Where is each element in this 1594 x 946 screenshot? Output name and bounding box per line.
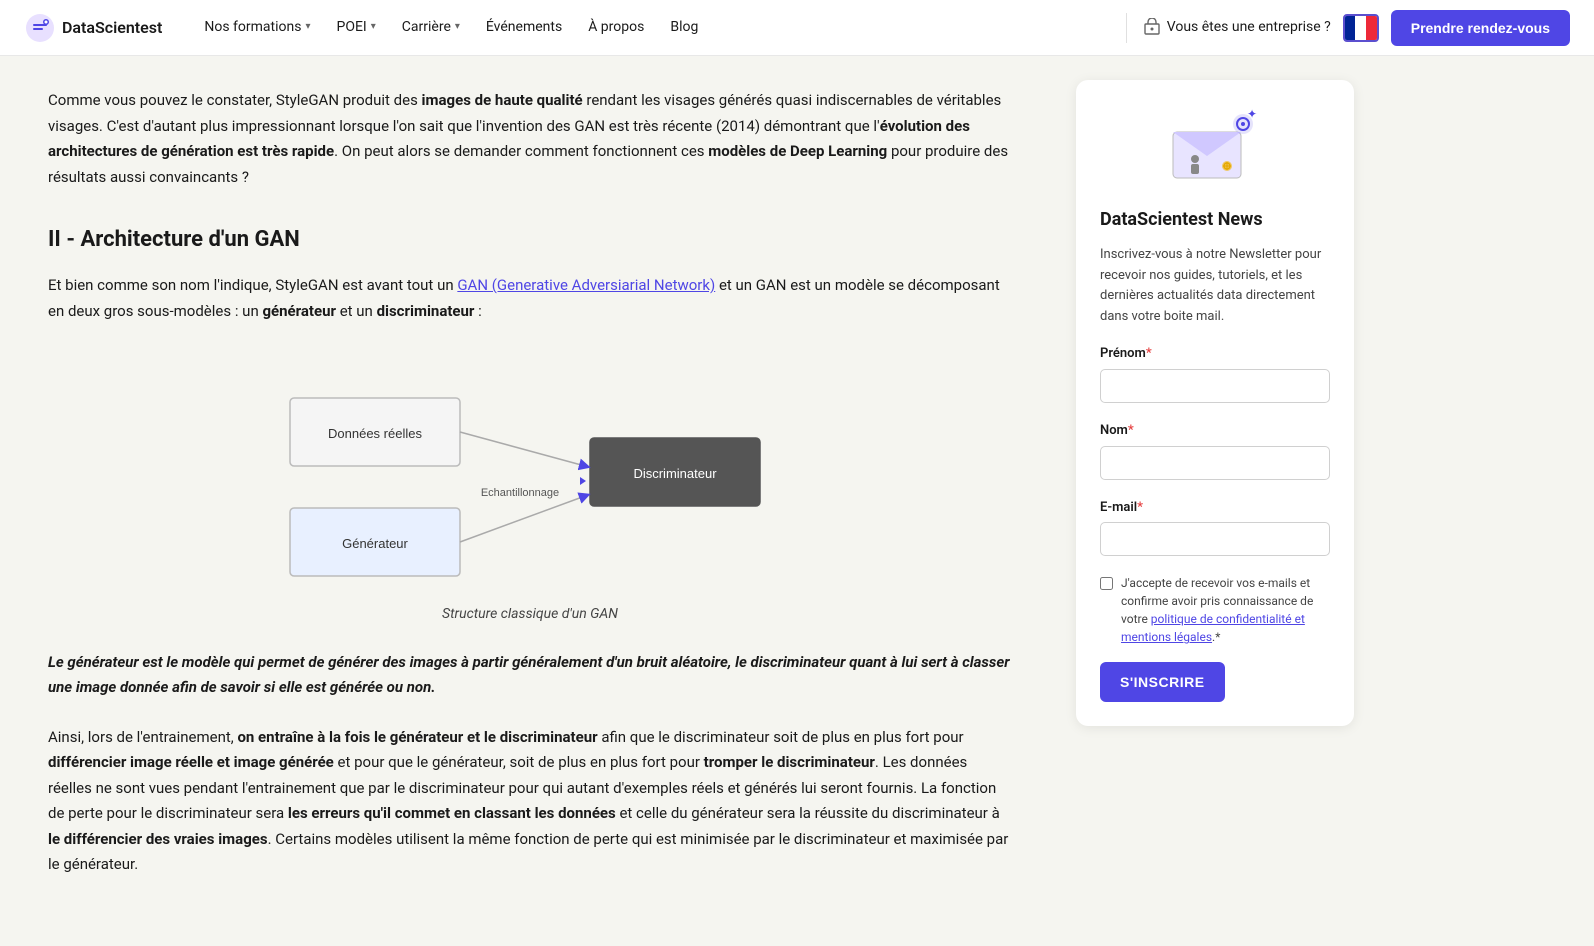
paragraph2: Ainsi, lors de l'entrainement, on entraî… [48,725,1012,878]
language-flag[interactable] [1343,14,1379,42]
navbar: DataScientest Nos formations ▾ POEI ▾ Ca… [0,0,1594,56]
nom-group: Nom* [1100,421,1330,494]
enterprise-link[interactable]: Vous êtes une entreprise ? [1143,16,1331,38]
main-content: Comme vous pouvez le constater, StyleGAN… [0,56,1060,946]
svg-text:Echantillonnage: Echantillonnage [481,487,559,499]
logo[interactable]: DataScientest [24,12,162,44]
logo-text: DataScientest [62,15,162,41]
diagram-svg: Données réelles Générateur Discriminateu… [270,348,790,595]
email-group: E-mail* [1100,498,1330,571]
diagram-container: Données réelles Générateur Discriminateu… [48,348,1012,625]
section-text-1: Et bien comme son nom l'indique, StyleGA… [48,273,1012,324]
consent-label[interactable]: J'accepte de recevoir vos e-mails et con… [1121,574,1330,646]
svg-text:Données réelles: Données réelles [328,426,422,441]
email-required-star: * [1137,500,1143,515]
prenom-input[interactable] [1100,369,1330,403]
article-intro: Comme vous pouvez le constater, StyleGAN… [48,88,1012,190]
nav-apropos[interactable]: À propos [578,10,654,44]
sidebar-description: Inscrivez-vous à notre Newsletter pour r… [1100,245,1330,328]
nav-nos-formations[interactable]: Nos formations ▾ [194,10,320,44]
nom-required-star: * [1128,423,1134,438]
nav-divider [1126,13,1127,43]
section-title: II - Architecture d'un GAN [48,222,1012,257]
bold-italic-block: Le générateur est le modèle qui permet d… [48,650,1012,701]
svg-text:Générateur: Générateur [342,536,408,551]
diagram-caption: Structure classique d'un GAN [442,603,618,625]
email-label: E-mail* [1100,498,1330,519]
cta-button[interactable]: Prendre rendez-vous [1391,10,1570,46]
enterprise-icon [1143,18,1161,36]
nav-poei[interactable]: POEI ▾ [327,10,386,44]
email-input[interactable] [1100,522,1330,556]
svg-text:✦: ✦ [1247,107,1257,121]
prenom-label: Prénom* [1100,344,1330,365]
nom-label: Nom* [1100,421,1330,442]
nom-input[interactable] [1100,446,1330,480]
prenom-required-star: * [1146,346,1152,361]
privacy-link[interactable]: politique de confidentialité et mentions… [1121,612,1305,644]
navbar-right: Vous êtes une entreprise ? Prendre rende… [1143,10,1570,46]
consent-checkbox[interactable] [1100,577,1113,590]
subscribe-button[interactable]: S'INSCRIRE [1100,662,1225,702]
sidebar: ✦ DataScientest News Inscrivez-vous à no… [1060,56,1370,946]
nav-carriere[interactable]: Carrière ▾ [392,10,470,44]
newsletter-illustration: ✦ [1165,104,1265,194]
nav-blog[interactable]: Blog [660,10,708,44]
sidebar-title: DataScientest News [1100,206,1330,235]
logo-icon [24,12,56,44]
nav-evenements[interactable]: Événements [476,10,572,44]
chevron-down-icon: ▾ [455,19,460,35]
chevron-down-icon: ▾ [305,19,310,35]
consent-checkbox-group: J'accepte de recevoir vos e-mails et con… [1100,574,1330,646]
sidebar-illustration: ✦ [1100,104,1330,194]
page-container: Comme vous pouvez le constater, StyleGAN… [0,56,1594,946]
svg-text:Discriminateur: Discriminateur [633,466,717,481]
sidebar-card: ✦ DataScientest News Inscrivez-vous à no… [1076,80,1354,726]
chevron-down-icon: ▾ [371,19,376,35]
gan-link[interactable]: GAN (Generative Adversiarial Network) [457,276,715,294]
prenom-group: Prénom* [1100,344,1330,417]
navbar-nav: Nos formations ▾ POEI ▾ Carrière ▾ Événe… [194,10,1109,44]
